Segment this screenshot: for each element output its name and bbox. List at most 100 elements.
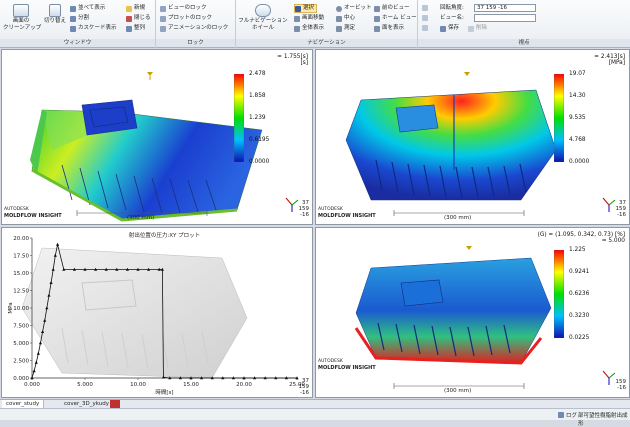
cleanup-screen-label: 画面の クリーンアップ <box>3 18 42 31</box>
delete-view-button[interactable]: 削除 <box>468 25 487 32</box>
arrange-label: 整列 <box>134 25 146 31</box>
lock-view-button[interactable]: ビューのロック <box>160 5 207 12</box>
ribbon-group-label: 視点 <box>418 39 630 47</box>
measure-button[interactable]: 測定 <box>336 25 355 32</box>
viewpoint-icon-3[interactable] <box>422 25 428 31</box>
previous-view-label: 前のビュー <box>382 5 410 11</box>
x-tick-label: 15.00 <box>183 382 199 388</box>
orbit-label: オービット <box>344 5 372 11</box>
pan-button[interactable]: 画面移動 <box>294 15 324 22</box>
ribbon-group-label: ロック <box>156 39 235 47</box>
y-tick-label: 15.00 <box>13 271 29 277</box>
view-top-icon <box>422 25 428 31</box>
viewpoint-icon-1[interactable] <box>422 5 428 11</box>
close-window-icon <box>126 15 132 22</box>
switch-window-button[interactable]: 切り替え <box>44 4 66 25</box>
data-point <box>34 360 38 364</box>
view-name-select[interactable] <box>474 14 536 22</box>
home-view-label: ホーム ビュー <box>382 15 417 21</box>
viewpoint-icon-2[interactable] <box>422 15 428 21</box>
cleanup-screen-icon <box>13 4 29 17</box>
lock-animation-button[interactable]: アニメーションのロック <box>160 25 228 32</box>
show-face-label: 面を表示 <box>382 25 405 31</box>
view-angle-readout: 37 159 -16 <box>298 378 310 396</box>
x-tick-label: 20.00 <box>236 382 252 388</box>
zoom-all-icon <box>294 25 300 32</box>
data-point <box>51 267 55 271</box>
cascade-label: カスケード表示 <box>78 25 117 31</box>
home-view-button[interactable]: ホーム ビュー <box>374 15 417 22</box>
show-face-button[interactable]: 面を表示 <box>374 25 404 32</box>
ribbon-group-navigation: フルナビゲーション ホイール 選択 画面移動 全体表示 オービット 中心 測定 … <box>236 0 418 48</box>
ribbon-group-window: 画面の クリーンアップ 切り替え 並べて表示 分割 カスケード表示 新規 閉じる… <box>0 0 156 48</box>
lock-view-label: ビューのロック <box>168 5 207 11</box>
data-point <box>49 281 53 284</box>
new-window-button[interactable]: 新規 <box>126 5 145 12</box>
switch-window-icon <box>49 4 61 17</box>
tile-label: 並べて表示 <box>78 5 106 11</box>
data-point <box>47 293 51 297</box>
full-navigation-wheel-button[interactable]: フルナビゲーション ホイール <box>238 4 288 31</box>
navigation-wheel-icon <box>255 4 271 17</box>
arrange-button[interactable]: 整列 <box>126 25 145 32</box>
log-button[interactable]: ログ <box>558 411 577 419</box>
new-window-icon <box>126 5 132 12</box>
cascade-button[interactable]: カスケード表示 <box>70 25 117 32</box>
lock-plot-button[interactable]: プロットのロック <box>160 15 212 22</box>
y-tick-label: 12.50 <box>13 289 29 295</box>
ribbon-group-lock: ビューのロック プロットのロック アニメーションのロック ロック <box>156 0 236 48</box>
series-line <box>31 244 297 379</box>
data-point <box>32 369 36 373</box>
viewport-deflection[interactable]: (G) = (1.095, 0.342, 0.73) [%] = 5.000 1… <box>315 227 630 398</box>
rotation-angle-label: 回転角度: <box>440 5 464 11</box>
close-window-button[interactable]: 閉じる <box>126 15 151 22</box>
data-point <box>43 318 47 322</box>
data-point <box>41 330 45 333</box>
axis-triad-icon <box>602 370 616 385</box>
viewport-xy-plot[interactable]: 0.000 2.500 5.000 7.500 10.00 12.50 15.00 17.50… <box>1 227 313 398</box>
view-angle-readout: 37 159 -16 <box>298 200 310 218</box>
y-tick-label: 7.500 <box>13 324 29 330</box>
pan-icon <box>294 15 300 22</box>
center-label: 中心 <box>344 15 356 21</box>
x-tick-label: 0.000 <box>24 382 40 388</box>
save-icon <box>440 25 446 32</box>
data-point <box>36 351 40 355</box>
zoom-all-button[interactable]: 全体表示 <box>294 25 324 32</box>
measure-icon <box>336 25 342 32</box>
previous-view-icon <box>374 5 380 12</box>
ribbon-group-label: ナビゲーション <box>236 39 417 47</box>
orbit-button[interactable]: オービット <box>336 5 372 12</box>
y-tick-label: 20.00 <box>13 236 29 242</box>
lock-animation-label: アニメーションのロック <box>168 25 229 31</box>
xy-chart: 0.000 2.500 5.000 7.500 10.00 12.50 15.00 17.50… <box>8 231 305 396</box>
y-tick-label: 17.50 <box>13 254 29 260</box>
save-view-button[interactable]: 保存 <box>440 25 459 32</box>
arrange-icon <box>126 25 132 32</box>
view-name-label: ビュー名: <box>440 15 464 21</box>
previous-view-button[interactable]: 前のビュー <box>374 5 410 12</box>
delete-label: 削除 <box>476 25 488 31</box>
center-button[interactable]: 中心 <box>336 15 355 22</box>
viewport-pressure[interactable]: = 2.413[s] [MPa] 19.07 14.30 9.535 4.768… <box>315 49 630 225</box>
select-label: 選択 <box>303 5 315 11</box>
view-front-icon <box>422 15 428 21</box>
measure-label: 測定 <box>344 25 356 31</box>
close-window-label: 閉じる <box>134 15 151 21</box>
data-point <box>161 375 166 379</box>
split-button[interactable]: 分割 <box>70 15 89 22</box>
log-icon <box>558 412 564 418</box>
save-label: 保存 <box>448 25 460 31</box>
rotation-angle-input[interactable]: 37 159 -16 <box>474 4 536 12</box>
document-tabs: cover_study cover_3D_ykudy <box>0 399 630 409</box>
y-axis-label: MPa <box>8 302 14 313</box>
cursor-icon <box>295 5 301 12</box>
status-bar: ログ 部可望性樹脂射出成形 <box>0 408 630 427</box>
tile-button[interactable]: 並べて表示 <box>70 5 105 12</box>
viewport-fill-time[interactable]: = 1.755[s] [s] 2.478 1.858 1.239 0.6195 … <box>1 49 313 225</box>
cleanup-screen-button[interactable]: 画面の クリーンアップ <box>3 4 42 31</box>
chart-title: 射出位置の圧力:XY プロット <box>129 231 200 239</box>
ribbon-group-viewpoint: 回転角度: 37 159 -16 ビュー名: 保存 削除 視点 <box>418 0 630 48</box>
select-button[interactable]: 選択 <box>294 4 318 13</box>
ribbon-group-label: ウィンドウ <box>0 39 155 47</box>
